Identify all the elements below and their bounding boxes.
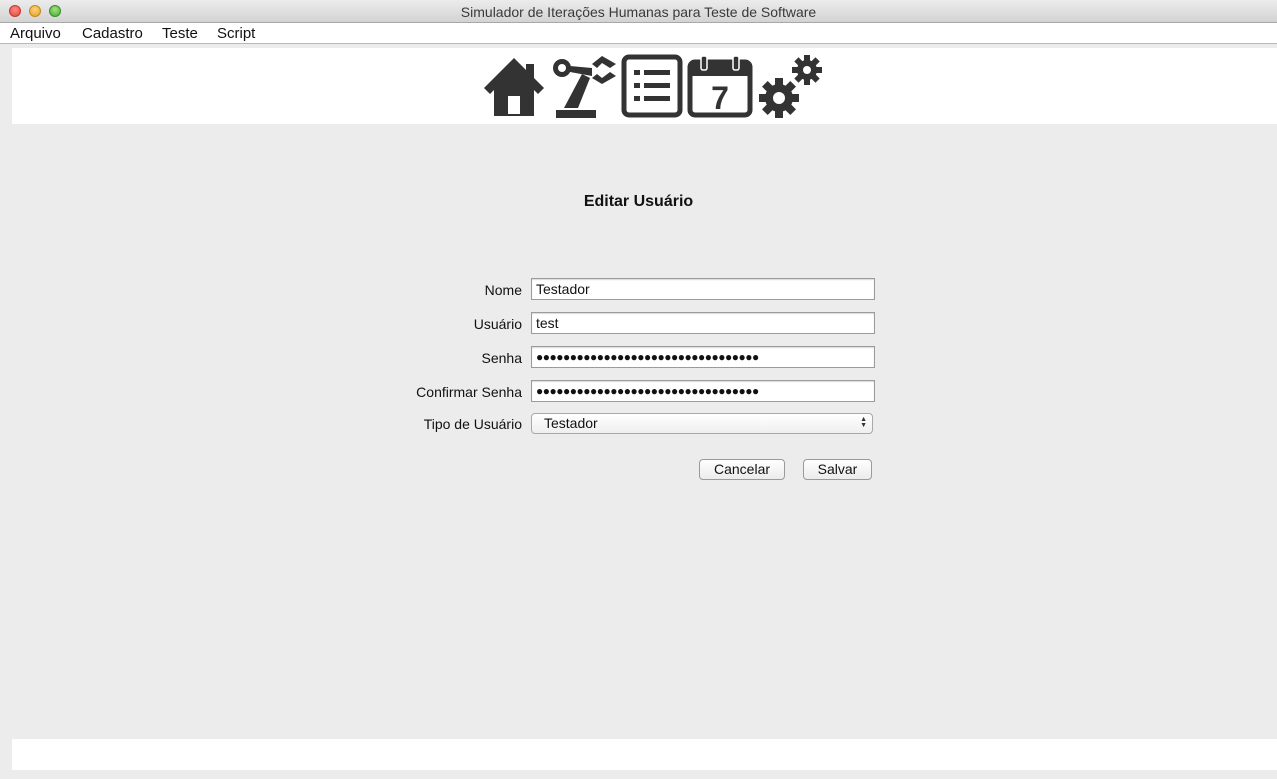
- calendar-icon[interactable]: 7: [687, 54, 753, 123]
- menu-arquivo[interactable]: Arquivo: [10, 25, 61, 42]
- menu-script[interactable]: Script: [217, 25, 255, 42]
- confirmar-senha-label: Confirmar Senha: [416, 384, 522, 400]
- gears-icon[interactable]: [757, 54, 825, 125]
- tipo-usuario-value: Testador: [544, 415, 598, 431]
- home-icon[interactable]: [482, 54, 546, 123]
- menu-teste[interactable]: Teste: [162, 25, 198, 42]
- list-icon[interactable]: [621, 54, 683, 123]
- status-bar: [12, 739, 1277, 770]
- menu-cadastro[interactable]: Cadastro: [82, 25, 143, 42]
- nome-field[interactable]: Testador: [531, 278, 875, 300]
- toolbar: 7: [12, 48, 1277, 124]
- calendar-day-text: 7: [711, 80, 729, 116]
- window-titlebar: Simulador de Iterações Humanas para Test…: [0, 0, 1277, 23]
- senha-label: Senha: [481, 350, 522, 366]
- usuario-field[interactable]: test: [531, 312, 875, 334]
- tipo-usuario-label: Tipo de Usuário: [423, 416, 522, 432]
- tipo-usuario-select[interactable]: Testador ▲ ▼: [531, 413, 873, 434]
- nome-label: Nome: [484, 282, 522, 298]
- save-button[interactable]: Salvar: [803, 459, 872, 480]
- robot-arm-icon[interactable]: [548, 54, 616, 123]
- menu-bar: Arquivo Cadastro Teste Script: [0, 23, 1277, 44]
- window-title: Simulador de Iterações Humanas para Test…: [460, 4, 817, 20]
- page-title: Editar Usuário: [583, 193, 694, 210]
- confirmar-senha-field[interactable]: ●●●●●●●●●●●●●●●●●●●●●●●●●●●●●●●●●: [531, 380, 875, 402]
- senha-field[interactable]: ●●●●●●●●●●●●●●●●●●●●●●●●●●●●●●●●●: [531, 346, 875, 368]
- select-arrows-icon: ▲ ▼: [860, 416, 867, 429]
- cancel-button[interactable]: Cancelar: [699, 459, 785, 480]
- usuario-label: Usuário: [473, 316, 522, 332]
